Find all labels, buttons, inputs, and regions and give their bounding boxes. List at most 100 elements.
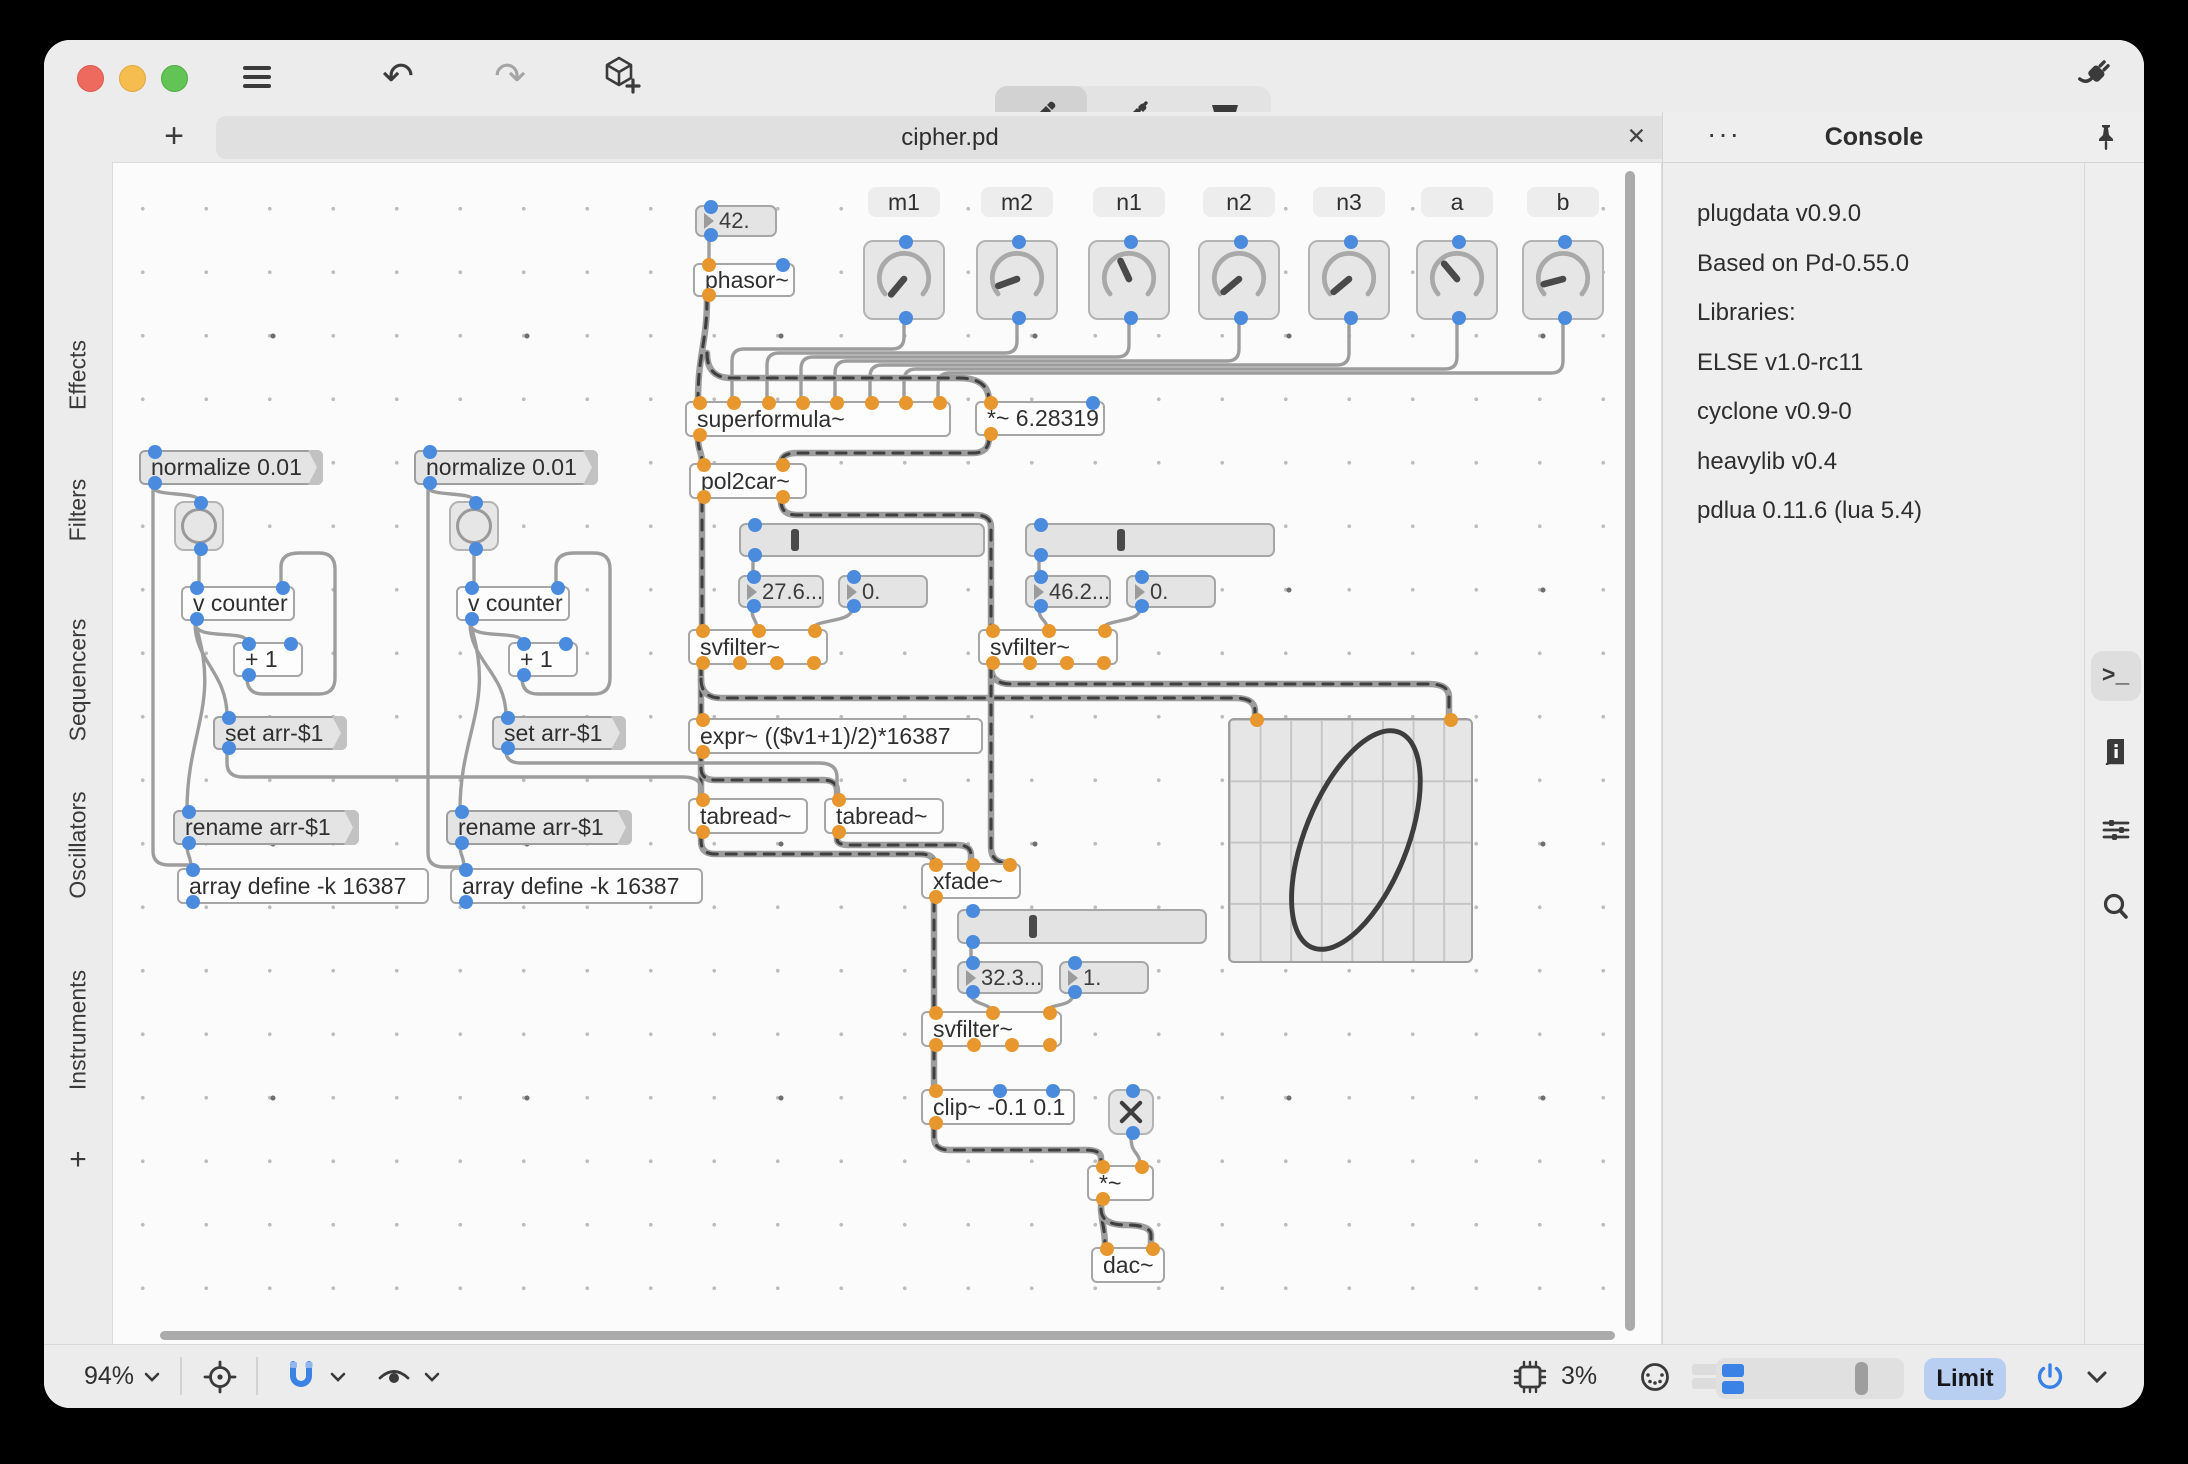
inlet[interactable] (1100, 1242, 1114, 1256)
outlet[interactable] (770, 656, 784, 670)
inlet[interactable] (847, 570, 861, 584)
outlet[interactable] (242, 668, 256, 682)
oscilloscope[interactable] (1228, 718, 1473, 963)
center-view-button[interactable] (200, 1345, 240, 1408)
outlet[interactable] (966, 985, 980, 999)
inlet[interactable] (929, 858, 943, 872)
outlet[interactable] (899, 311, 913, 325)
inlet[interactable] (1098, 624, 1112, 638)
inlet[interactable] (1444, 713, 1458, 727)
number-cutoff-1[interactable]: 27.6... (738, 575, 824, 608)
outlet[interactable] (465, 612, 479, 626)
inlet[interactable] (276, 581, 290, 595)
patch-canvas[interactable]: 42.phasor~m1m2n1n2n3ab superformula~*~ 6… (112, 162, 1662, 1345)
outlet[interactable] (847, 599, 861, 613)
inlet[interactable] (762, 396, 776, 410)
main-menu-button[interactable] (234, 54, 280, 100)
inlet[interactable] (984, 396, 998, 410)
pin-icon[interactable] (2089, 120, 2123, 159)
number-cutoff-3[interactable]: 32.3... (957, 961, 1043, 994)
inlet[interactable] (696, 624, 710, 638)
inlet[interactable] (148, 445, 162, 459)
inlet[interactable] (284, 637, 298, 651)
volume-slider-thumb[interactable] (1855, 1362, 1868, 1395)
parameters-button[interactable] (2091, 805, 2141, 855)
inlet[interactable] (776, 458, 790, 472)
outlet[interactable] (1135, 599, 1149, 613)
object-tabread-2[interactable]: tabread~ (824, 798, 944, 834)
inlet[interactable] (832, 793, 846, 807)
compiled-mode-button[interactable] (2072, 52, 2120, 100)
inlet[interactable] (929, 1006, 943, 1020)
palette-item-effects[interactable]: Effects (65, 340, 92, 410)
inlet[interactable] (966, 904, 980, 918)
outlet[interactable] (459, 895, 473, 909)
inlet[interactable] (1452, 235, 1466, 249)
number-q-2[interactable]: 0. (1126, 575, 1216, 608)
inlet[interactable] (752, 624, 766, 638)
outlet[interactable] (455, 836, 469, 850)
inlet[interactable] (1250, 713, 1264, 727)
knob-m1[interactable] (863, 240, 945, 320)
slider-3[interactable] (957, 909, 1207, 944)
tab-cipher[interactable]: cipher.pd ✕ (216, 116, 1684, 159)
inlet[interactable] (559, 637, 573, 651)
outlet[interactable] (704, 228, 718, 242)
object-svfilter-1[interactable]: svfilter~ (688, 629, 828, 665)
traffic-minimize-button[interactable] (119, 65, 146, 92)
outlet[interactable] (1126, 1126, 1140, 1140)
object-tabread-1[interactable]: tabread~ (688, 798, 808, 834)
outlet[interactable] (984, 427, 998, 441)
palette-item-filters[interactable]: Filters (65, 479, 92, 542)
inlet[interactable] (1046, 1084, 1060, 1098)
expand-audio-settings-button[interactable] (2084, 1345, 2110, 1408)
outlet[interactable] (1344, 311, 1358, 325)
inlet[interactable] (1344, 235, 1358, 249)
number-q-3[interactable]: 1. (1059, 961, 1149, 994)
inlet[interactable] (1124, 235, 1138, 249)
documentation-button[interactable] (2091, 728, 2141, 778)
inlet[interactable] (1003, 858, 1017, 872)
inlet[interactable] (697, 458, 711, 472)
new-tab-button[interactable]: + (154, 114, 194, 158)
outlet[interactable] (423, 476, 437, 490)
slider-1[interactable] (739, 523, 985, 557)
inlet[interactable] (1034, 570, 1048, 584)
object-counter-2[interactable]: v counter (456, 586, 570, 621)
object-phasor[interactable]: phasor~ (693, 263, 795, 297)
inlet[interactable] (182, 805, 196, 819)
inlet[interactable] (696, 713, 710, 727)
outlet[interactable] (1068, 985, 1082, 999)
inlet[interactable] (501, 711, 515, 725)
outlet[interactable] (1034, 548, 1048, 562)
message-set-2[interactable]: set arr-$1 (492, 716, 626, 750)
inlet[interactable] (899, 396, 913, 410)
inlet[interactable] (222, 711, 236, 725)
traffic-close-button[interactable] (77, 65, 104, 92)
outlet[interactable] (1023, 656, 1037, 670)
outlet[interactable] (929, 890, 943, 904)
midi-indicator[interactable] (1634, 1345, 1718, 1408)
inlet[interactable] (242, 637, 256, 651)
knob-b[interactable] (1522, 240, 1604, 320)
object-mul-628319[interactable]: *~ 6.28319 (975, 401, 1105, 436)
inlet[interactable] (1042, 624, 1056, 638)
outlet[interactable] (517, 668, 531, 682)
inlet[interactable] (1135, 570, 1149, 584)
outlet[interactable] (1096, 1192, 1110, 1206)
tab-close-icon[interactable]: ✕ (1627, 123, 1646, 150)
palette-item-oscillators[interactable]: Oscillators (65, 791, 92, 898)
console-log[interactable]: plugdata v0.9.0 Based on Pd-0.55.0 Libra… (1663, 163, 2085, 1345)
inlet[interactable] (747, 570, 761, 584)
outlet[interactable] (702, 288, 716, 302)
outlet[interactable] (148, 476, 162, 490)
outlet[interactable] (986, 656, 1000, 670)
inlet[interactable] (1234, 235, 1248, 249)
inlet[interactable] (865, 396, 879, 410)
add-object-button[interactable] (596, 52, 644, 100)
inlet[interactable] (830, 396, 844, 410)
inlet[interactable] (469, 496, 483, 510)
inlet[interactable] (186, 863, 200, 877)
object-svfilter-2[interactable]: svfilter~ (978, 629, 1118, 665)
number-q-1[interactable]: 0. (838, 575, 928, 608)
